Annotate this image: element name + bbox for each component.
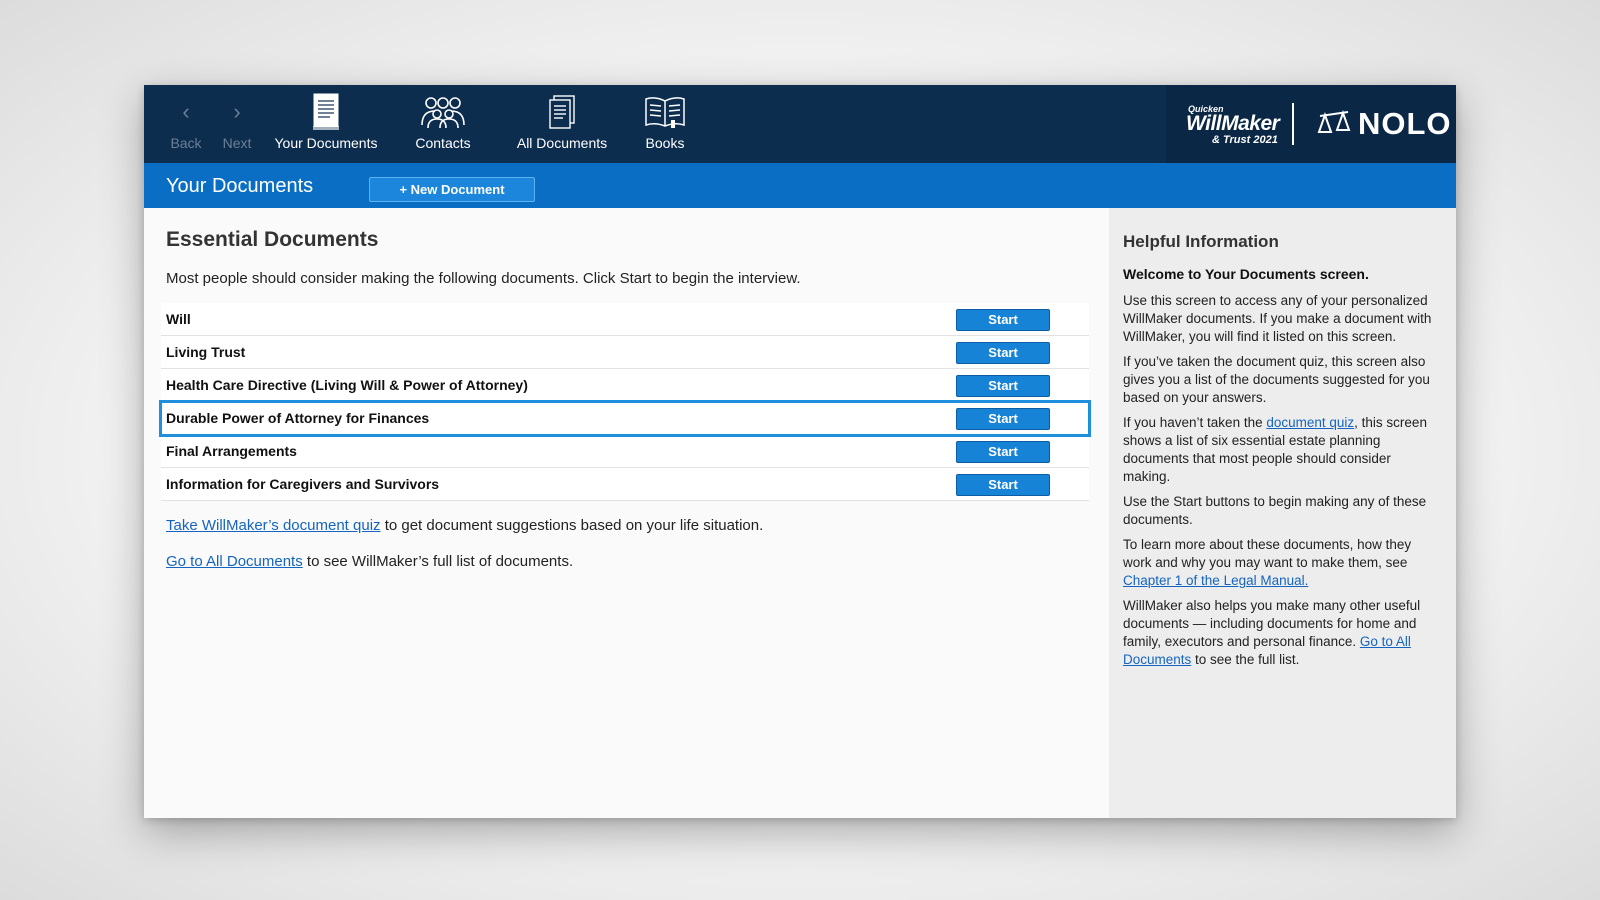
brand-logos: Quicken WillMaker & Trust 2021 NOLO xyxy=(1166,85,1456,163)
help-paragraph: WillMaker also helps you make many other… xyxy=(1123,598,1421,667)
document-name: Information for Caregivers and Survivors xyxy=(166,476,440,492)
next-button[interactable]: › Next xyxy=(217,85,257,163)
start-button-durable-poa-finances[interactable]: Start xyxy=(956,408,1050,430)
nolo-logo: NOLO xyxy=(1316,104,1452,144)
document-name: Living Trust xyxy=(166,344,246,360)
essential-documents-list: Will Start Living Trust Start Health Car… xyxy=(159,303,1091,501)
help-title: Helpful Information xyxy=(1123,232,1279,251)
quiz-line: Take WillMaker’s document quiz to get do… xyxy=(166,517,764,534)
document-row-caregivers-survivors[interactable]: Information for Caregivers and Survivors… xyxy=(161,468,1089,501)
all-documents-line: Go to All Documents to see WillMaker’s f… xyxy=(166,553,574,570)
scales-of-justice-icon xyxy=(1317,110,1351,133)
books-button[interactable]: Books xyxy=(634,85,696,163)
help-paragraph: If you haven’t taken the document quiz, … xyxy=(1123,415,1427,484)
document-row-durable-poa-finances[interactable]: Durable Power of Attorney for Finances S… xyxy=(159,400,1091,437)
brand-divider xyxy=(1292,103,1294,145)
contacts-group-icon xyxy=(421,97,465,129)
chevron-left-icon: ‹ xyxy=(182,99,190,124)
page-titlebar: Your Documents + New Document xyxy=(144,163,1456,208)
document-name: Final Arrangements xyxy=(166,443,297,459)
all-documents-icon xyxy=(549,95,575,129)
contacts-button[interactable]: Contacts xyxy=(402,85,484,163)
willmaker-edition: & Trust 2021 xyxy=(1212,134,1278,146)
willmaker-logo: WillMaker xyxy=(1186,112,1280,135)
main-content: Essential Documents Most people should c… xyxy=(144,208,1109,818)
document-quiz-link[interactable]: Take WillMaker’s document quiz xyxy=(166,517,381,534)
all-documents-button[interactable]: All Documents xyxy=(512,85,612,163)
help-welcome: Welcome to Your Documents screen. xyxy=(1123,266,1369,282)
toolbar: ‹ Back › Next Your Documents Contacts Al… xyxy=(144,85,1456,163)
chevron-right-icon: › xyxy=(233,99,241,124)
help-paragraph: To learn more about these documents, how… xyxy=(1123,537,1412,588)
document-row-health-care-directive[interactable]: Health Care Directive (Living Will & Pow… xyxy=(161,369,1089,402)
start-button-will[interactable]: Start xyxy=(956,309,1050,331)
document-row-final-arrangements[interactable]: Final Arrangements Start xyxy=(161,435,1089,468)
start-button-living-trust[interactable]: Start xyxy=(956,342,1050,364)
document-name: Will xyxy=(166,311,191,327)
document-row-living-trust[interactable]: Living Trust Start xyxy=(161,336,1089,369)
all-documents-link[interactable]: Go to All Documents xyxy=(166,553,303,570)
help-paragraph: Use this screen to access any of your pe… xyxy=(1123,293,1432,344)
new-document-button[interactable]: + New Document xyxy=(369,177,535,202)
document-name: Health Care Directive (Living Will & Pow… xyxy=(166,377,528,393)
documents-stack-icon xyxy=(313,93,339,130)
section-heading: Essential Documents xyxy=(166,228,379,251)
app-window: ‹ Back › Next Your Documents Contacts Al… xyxy=(144,85,1456,818)
help-paragraph: If you’ve taken the document quiz, this … xyxy=(1123,354,1430,405)
start-button-caregivers-survivors[interactable]: Start xyxy=(956,474,1050,496)
start-button-final-arrangements[interactable]: Start xyxy=(956,441,1050,463)
intro-text: Most people should consider making the f… xyxy=(166,270,801,287)
document-row-will[interactable]: Will Start xyxy=(161,303,1089,336)
help-paragraph: Use the Start buttons to begin making an… xyxy=(1123,494,1427,527)
open-book-icon xyxy=(645,97,685,128)
back-button[interactable]: ‹ Back xyxy=(166,85,206,163)
start-button-health-care-directive[interactable]: Start xyxy=(956,375,1050,397)
your-documents-button[interactable]: Your Documents xyxy=(274,85,378,163)
page-title: Your Documents xyxy=(166,175,314,197)
document-name: Durable Power of Attorney for Finances xyxy=(166,410,430,426)
legal-manual-chapter-link[interactable]: Chapter 1 of the Legal Manual. xyxy=(1123,573,1308,588)
help-document-quiz-link[interactable]: document quiz xyxy=(1266,415,1354,430)
helpful-information-panel: Helpful Information Welcome to Your Docu… xyxy=(1109,208,1456,818)
